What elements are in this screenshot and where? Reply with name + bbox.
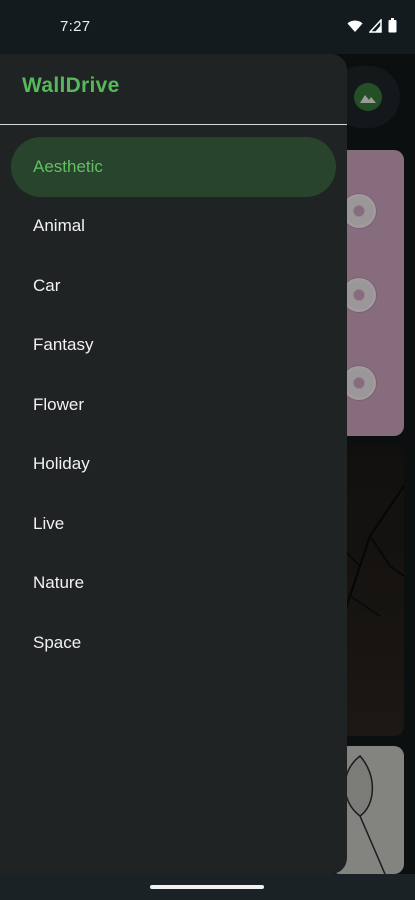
menu-item-label: Fantasy (33, 335, 94, 355)
menu-item-label: Flower (33, 394, 85, 414)
menu-item-animal[interactable]: Animal (11, 197, 336, 257)
menu-item-car[interactable]: Car (11, 256, 336, 316)
menu-item-fantasy[interactable]: Fantasy (11, 316, 336, 376)
drawer-divider (0, 124, 347, 125)
menu-item-flower[interactable]: Flower (11, 375, 336, 435)
menu-item-aesthetic[interactable]: Aesthetic (11, 137, 336, 197)
menu-item-label: Nature (33, 573, 85, 593)
menu-item-holiday[interactable]: Holiday (11, 435, 336, 495)
menu-item-space[interactable]: Space (11, 613, 336, 673)
gesture-handle[interactable] (150, 885, 264, 889)
navigation-drawer: WallDrive Aesthetic Animal Car Fantasy F… (0, 54, 347, 874)
menu-item-label: Holiday (33, 454, 90, 474)
system-nav-bar (0, 874, 415, 900)
menu-item-label: Space (33, 632, 82, 652)
cellular-signal-icon (369, 18, 382, 33)
status-time: 7:27 (60, 18, 91, 35)
category-menu: Aesthetic Animal Car Fantasy Flower Holi… (0, 137, 347, 673)
menu-item-live[interactable]: Live (11, 494, 336, 554)
menu-item-label: Car (33, 275, 61, 295)
app-title: WallDrive (22, 74, 120, 97)
menu-item-label: Live (33, 513, 65, 533)
status-icons (347, 18, 397, 33)
wifi-icon (347, 20, 363, 32)
menu-item-label: Animal (33, 216, 85, 236)
menu-item-nature[interactable]: Nature (11, 554, 336, 614)
menu-item-label: Aesthetic (33, 156, 103, 176)
battery-icon (388, 18, 397, 33)
status-bar: 7:27 (0, 0, 415, 54)
